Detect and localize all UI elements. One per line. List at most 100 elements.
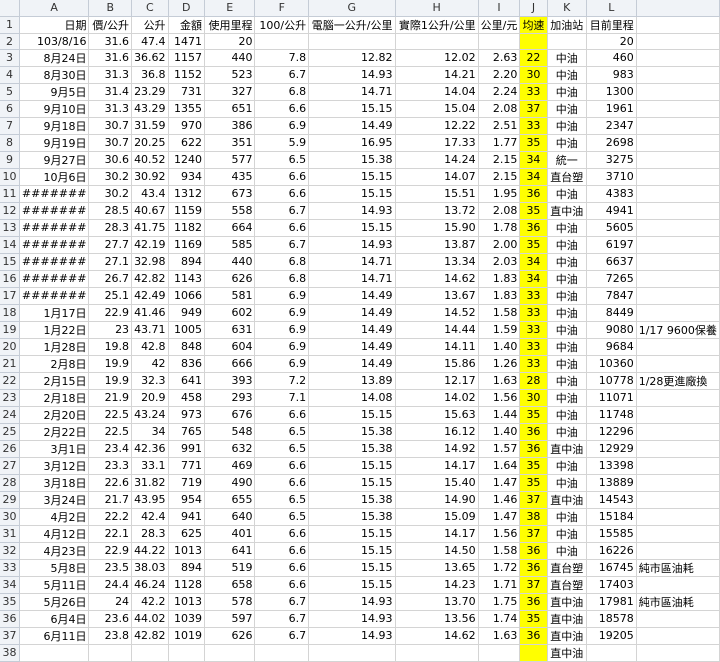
cell[interactable]: 22.5 xyxy=(88,423,133,441)
cell[interactable]: 中油 xyxy=(547,321,588,339)
cell[interactable]: 6.6 xyxy=(254,219,310,237)
cell[interactable]: 9月5日 xyxy=(19,83,90,101)
cell[interactable]: 15585 xyxy=(586,525,637,543)
cell[interactable]: 43.24 xyxy=(131,406,169,424)
cell[interactable]: 13.34 xyxy=(395,253,479,271)
cell[interactable]: 30.2 xyxy=(88,168,133,186)
cell[interactable]: 1355 xyxy=(168,100,205,118)
row-header[interactable]: 21 xyxy=(0,355,20,373)
cell[interactable]: 973 xyxy=(168,406,205,424)
cell[interactable]: 直中油 xyxy=(547,610,588,628)
cell[interactable]: 42.2 xyxy=(131,593,169,611)
cell[interactable]: 30.6 xyxy=(88,151,133,169)
cell[interactable]: 2.24 xyxy=(478,83,521,101)
select-all-corner[interactable] xyxy=(0,0,20,17)
cell[interactable] xyxy=(636,253,720,271)
cell[interactable] xyxy=(636,457,720,475)
cell[interactable]: 22.1 xyxy=(88,525,133,543)
cell[interactable] xyxy=(636,423,720,441)
cell[interactable]: 2.15 xyxy=(478,168,521,186)
cell[interactable]: 直中油 xyxy=(547,644,588,662)
cell[interactable] xyxy=(308,33,396,50)
cell[interactable]: 14.49 xyxy=(308,338,396,356)
cell[interactable]: 6.6 xyxy=(254,542,310,560)
cell[interactable]: 6197 xyxy=(586,236,637,254)
cell[interactable]: 35 xyxy=(519,610,548,628)
cell[interactable] xyxy=(636,355,720,373)
column-title-cell[interactable]: 公升 xyxy=(131,16,169,34)
cell[interactable]: 31.82 xyxy=(131,474,169,492)
cell[interactable]: 中油 xyxy=(547,287,588,305)
row-header[interactable]: 13 xyxy=(0,219,20,237)
row-header[interactable]: 34 xyxy=(0,576,20,594)
cell[interactable]: 26.7 xyxy=(88,270,133,288)
column-header-b[interactable]: B xyxy=(88,0,133,17)
cell[interactable]: 15.38 xyxy=(308,423,396,441)
cell[interactable]: 658 xyxy=(204,576,256,594)
cell[interactable]: 33 xyxy=(519,321,548,339)
cell[interactable]: 641 xyxy=(204,542,256,560)
cell[interactable]: 1005 xyxy=(168,321,205,339)
cell[interactable] xyxy=(636,525,720,543)
cell[interactable]: 2.03 xyxy=(478,253,521,271)
cell[interactable]: 12.17 xyxy=(395,372,479,390)
row-header[interactable]: 26 xyxy=(0,440,20,458)
cell[interactable]: 14543 xyxy=(586,491,637,509)
cell[interactable] xyxy=(636,406,720,424)
row-header[interactable]: 8 xyxy=(0,134,20,152)
cell[interactable] xyxy=(636,100,720,118)
column-header-i[interactable]: I xyxy=(478,0,521,17)
cell[interactable]: 31.6 xyxy=(88,33,133,50)
cell[interactable] xyxy=(547,33,588,50)
cell[interactable]: 719 xyxy=(168,474,205,492)
cell[interactable]: 34 xyxy=(519,253,548,271)
cell[interactable]: 36 xyxy=(519,593,548,611)
cell[interactable]: 17403 xyxy=(586,576,637,594)
cell[interactable]: 6.5 xyxy=(254,423,310,441)
cell[interactable] xyxy=(636,117,720,135)
cell[interactable]: 6.6 xyxy=(254,525,310,543)
cell[interactable]: 1.63 xyxy=(478,627,521,645)
row-header[interactable]: 7 xyxy=(0,117,20,135)
cell[interactable]: 13.67 xyxy=(395,287,479,305)
cell[interactable]: 直中油 xyxy=(547,440,588,458)
cell[interactable]: 578 xyxy=(204,593,256,611)
cell[interactable]: 393 xyxy=(204,372,256,390)
cell[interactable]: 6.6 xyxy=(254,185,310,203)
cell[interactable]: 1.71 xyxy=(478,576,521,594)
cell[interactable]: 14.52 xyxy=(395,304,479,322)
cell[interactable]: 22.2 xyxy=(88,508,133,526)
cell[interactable]: 440 xyxy=(204,253,256,271)
cell[interactable] xyxy=(636,338,720,356)
cell[interactable]: 40.52 xyxy=(131,151,169,169)
cell[interactable]: 27.1 xyxy=(88,253,133,271)
cell[interactable]: 6.5 xyxy=(254,151,310,169)
cell[interactable]: 4月12日 xyxy=(19,525,90,543)
cell[interactable] xyxy=(636,202,720,220)
cell[interactable]: 31.59 xyxy=(131,117,169,135)
cell[interactable]: 6.6 xyxy=(254,168,310,186)
cell[interactable] xyxy=(636,304,720,322)
cell[interactable]: 中油 xyxy=(547,406,588,424)
row-header[interactable]: 14 xyxy=(0,236,20,254)
cell[interactable]: 1312 xyxy=(168,185,205,203)
cell[interactable]: 1月22日 xyxy=(19,321,90,339)
cell[interactable]: 35 xyxy=(519,134,548,152)
cell[interactable]: 13.72 xyxy=(395,202,479,220)
cell[interactable]: 519 xyxy=(204,559,256,577)
cell[interactable]: 中油 xyxy=(547,474,588,492)
cell[interactable]: 934 xyxy=(168,168,205,186)
cell[interactable]: 21.9 xyxy=(88,389,133,407)
cell[interactable]: 15.40 xyxy=(395,474,479,492)
cell[interactable]: 直台塑 xyxy=(547,559,588,577)
cell[interactable]: 991 xyxy=(168,440,205,458)
cell[interactable]: 28.3 xyxy=(88,219,133,237)
cell[interactable] xyxy=(478,33,521,50)
cell[interactable]: 597 xyxy=(204,610,256,628)
cell[interactable]: 6.7 xyxy=(254,627,310,645)
cell[interactable]: 626 xyxy=(204,627,256,645)
row-header[interactable]: 6 xyxy=(0,100,20,118)
cell[interactable]: 15.15 xyxy=(308,457,396,475)
cell[interactable]: 13.87 xyxy=(395,236,479,254)
cell[interactable]: 31.3 xyxy=(88,66,133,84)
